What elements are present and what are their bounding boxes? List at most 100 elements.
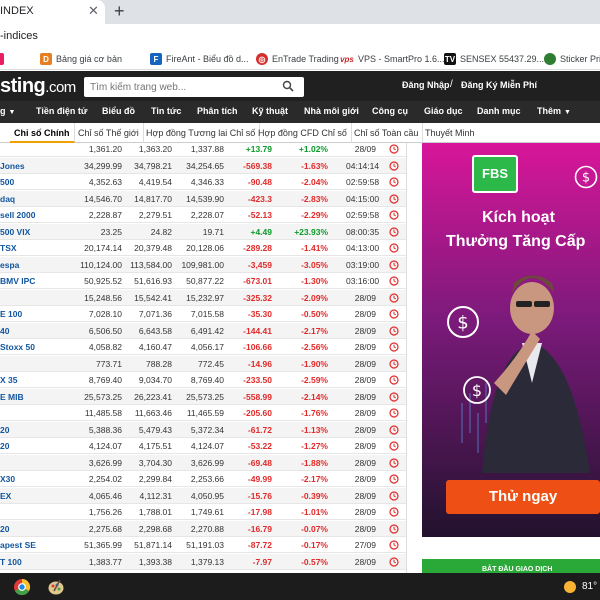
nav-item-crypto[interactable]: Tiền điện tử [36,106,87,116]
nav-item-brokers[interactable]: Nhà môi giới [304,106,359,116]
low-price: 11,465.59 [186,408,224,418]
search-input[interactable] [84,77,304,97]
close-tab-icon[interactable]: ✕ [88,4,99,18]
nav-item-education[interactable]: Giáo dục [424,106,463,116]
table-row[interactable]: Jones 34,299.99 34,798.21 34,254.65 -569.38 -… [0,157,406,174]
change-percent: -2.83% [301,193,328,204]
index-name[interactable]: Jones [0,161,25,171]
change-percent: -2.17% [301,325,328,336]
table-row[interactable]: T 100 1,383.77 1,393.38 1,379.13 -7.97 -0.57%… [0,553,406,570]
table-row[interactable]: X 35 8,769.40 9,034.70 8,769.40 -233.50 -2.59… [0,372,406,388]
table-row[interactable]: 20 5,388.36 5,479.43 5,372.34 -61.72 -1.13% 28… [0,421,406,438]
table-row[interactable]: EX 4,065.46 4,112.31 4,050.95 -15.76 -0.39% 28… [0,487,406,504]
nav-item-markets[interactable]: g ▼ [0,106,15,116]
update-time: 28/09 [354,342,376,352]
bookmark-4[interactable]: vps VPS - SmartPro 1.6.... [340,51,447,67]
bookmark-5[interactable]: TV SENSEX 55437.29.... [444,51,547,67]
table-row[interactable]: E 100 7,028.10 7,071.36 7,015.58 -35.30 -0.50… [0,306,406,322]
index-name[interactable]: 500 [0,177,14,187]
nav-item-charts[interactable]: Biểu đồ [102,106,135,116]
nav-item-tools[interactable]: Công cụ [372,106,408,116]
bookmark-2[interactable]: F FireAnt - Biểu đồ d... [150,51,249,67]
change-percent: +23.93% [294,226,328,237]
nav-item-technical[interactable]: Kỹ thuật [252,106,288,116]
browser-tab[interactable]: INDEX ✕ [0,0,105,24]
index-name[interactable]: daq [0,194,15,204]
bookmark-favicon-icon: vps [340,54,354,64]
table-row[interactable]: 773.71 788.28 772.45 -14.96 -1.90% 28/09 [0,355,406,372]
site-logo[interactable]: sting.com [0,75,76,98]
table-row[interactable]: 15,248.56 15,542.41 15,232.97 -325.32 -2.09%… [0,289,406,306]
table-row[interactable]: 3,626.99 3,704.30 3,626.99 -69.48 -1.88% 28/0… [0,454,406,471]
table-row[interactable]: BMV IPC 50,925.52 51,616.93 50,877.22 -673.0… [0,273,406,289]
index-name[interactable]: BMV IPC [0,276,35,286]
address-bar[interactable]: -indices [0,24,600,48]
tab-notes[interactable]: Thuyết Minh [421,123,479,143]
table-row[interactable]: TSX 20,174.14 20,379.48 20,128.06 -289.28 -1.… [0,240,406,256]
start-trading-banner[interactable]: BẮT ĐẦU GIAO DỊCH [422,559,600,573]
chrome-icon[interactable] [12,577,32,597]
tab-major-indices[interactable]: Chỉ số Chính [10,123,75,143]
search-icon[interactable] [282,80,294,92]
bookmark-1[interactable]: D Bảng giá cơ bản [40,51,122,67]
bookmark-6[interactable]: Sticker Pric [544,51,600,67]
last-price: 6,506.50 [88,325,122,336]
index-name[interactable]: 20 [0,441,9,451]
index-name[interactable]: apest SE [0,540,36,550]
index-name[interactable]: TSX [0,243,17,253]
high-price: 24.82 [150,226,172,237]
table-row[interactable]: 40 6,506.50 6,643.58 6,491.42 -144.41 -2.17% 2… [0,322,406,339]
change-percent: -0.57% [301,556,328,567]
update-time: 08:00:35 [346,226,380,237]
paint-icon[interactable] [46,577,66,597]
last-price: 51,365.99 [84,540,122,550]
table-row[interactable]: sell 2000 2,228.87 2,279.51 2,228.07 -52.13 -… [0,207,406,223]
index-name[interactable]: E MIB [0,392,24,402]
login-link[interactable]: Đăng Nhập [402,80,450,90]
table-row[interactable]: 20 4,124.07 4,175.51 4,124.07 -53.22 -1.27% 28… [0,438,406,454]
index-name[interactable]: E 100 [0,309,22,319]
index-name[interactable]: EX [0,491,11,501]
nav-item-portfolio[interactable]: Danh mục [477,106,521,116]
index-name[interactable]: sell 2000 [0,210,35,220]
new-tab-icon[interactable]: + [114,1,125,21]
ad-banner[interactable]: FBS $ $ $ Kích hoạt Thưởng Tăng Cấp Thử … [422,143,600,537]
nav-item-more[interactable]: Thêm ▼ [537,106,571,116]
table-row[interactable]: 20 2,275.68 2,298.68 2,270.88 -16.79 -0.07% 28… [0,520,406,537]
bookmark-0[interactable] [0,51,8,67]
table-row[interactable]: 1,361.20 1,363.20 1,337.88 +13.79 +1.02% 28/0… [0,143,406,157]
table-row[interactable]: 500 VIX 23.25 24.82 19.71 +4.49 +23.93% 08:00:… [0,223,406,240]
index-name[interactable]: 20 [0,524,9,534]
index-name[interactable]: Stoxx 50 [0,342,35,352]
table-row[interactable]: daq 14,546.70 14,817.70 14,539.90 -423.3 -2.8… [0,190,406,207]
index-name[interactable]: espa [0,260,19,270]
tab-index-futures[interactable]: Hợp đồng Tương lai Chỉ số [142,123,261,143]
bookmark-label: SENSEX 55437.29.... [460,54,547,64]
clock-icon [389,474,399,484]
bookmark-3[interactable]: ◎ EnTrade Trading [256,51,339,67]
tab-index-cfds[interactable]: Hợp đồng CFD Chỉ số [254,123,352,143]
table-row[interactable]: X30 2,254.02 2,299.84 2,253.66 -49.99 -2.17% 2… [0,471,406,487]
index-name[interactable]: 20 [0,425,9,435]
table-row[interactable]: 500 4,352.63 4,419.54 4,346.33 -90.48 -2.04% 0… [0,174,406,190]
tab-world-indices[interactable]: Chỉ số Thế giới [74,123,144,143]
table-row[interactable]: E MIB 25,573.25 26,223.41 25,573.25 -558.99 -… [0,388,406,405]
index-name[interactable]: X 35 [0,375,18,385]
index-name[interactable]: 500 VIX [0,227,30,237]
last-price: 4,065.46 [88,490,122,501]
index-name[interactable]: X30 [0,474,15,484]
ad-cta-button[interactable]: Thử ngay [446,480,600,514]
register-link[interactable]: Đăng Ký Miễn Phí [461,80,537,90]
index-name[interactable]: 40 [0,326,9,336]
nav-item-news[interactable]: Tin tức [151,106,181,116]
tab-global-indices[interactable]: Chỉ số Toàn cầu [350,123,424,143]
table-row[interactable]: espa 110,124.00 113,584.00 109,981.00 -3,459… [0,256,406,273]
table-row[interactable]: apest SE 51,365.99 51,871.14 51,191.03 -87.7… [0,537,406,553]
table-row[interactable]: 11,485.58 11,663.46 11,465.59 -205.60 -1.76%… [0,405,406,421]
index-name[interactable]: T 100 [0,557,22,567]
low-price: 8,769.40 [190,375,224,385]
table-row[interactable]: Stoxx 50 4,058.82 4,160.47 4,056.17 -106.66 -… [0,339,406,355]
weather-sun-icon[interactable] [560,577,580,597]
nav-item-analysis[interactable]: Phân tích [197,106,238,116]
table-row[interactable]: 1,756.26 1,788.01 1,749.61 -17.98 -1.01% 28/0… [0,504,406,520]
